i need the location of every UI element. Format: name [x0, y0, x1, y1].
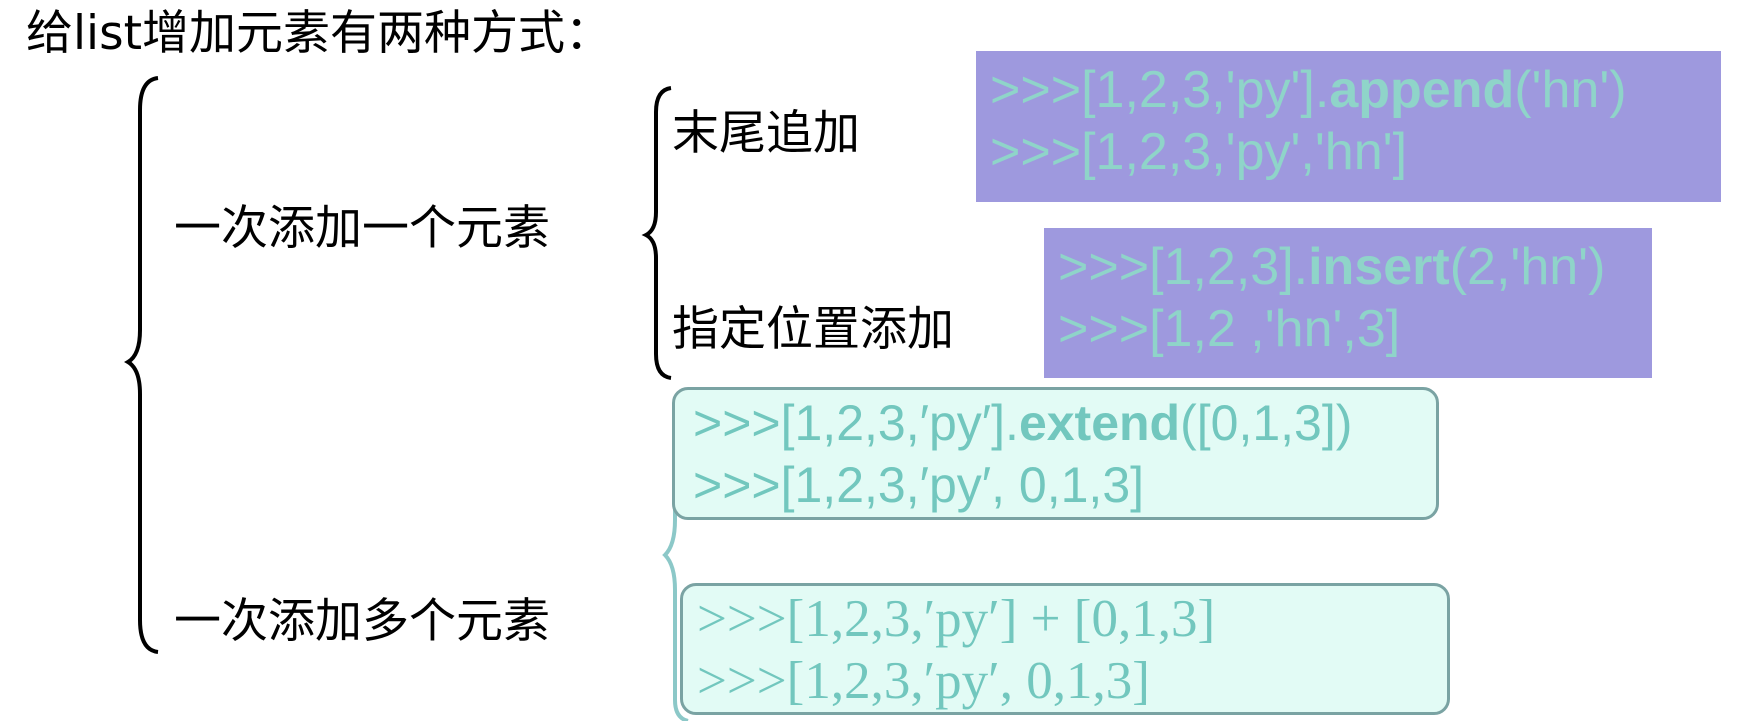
insert-code-box: >>>[1,2,3].insert(2,'hn') >>>[1,2 ,'hn',… [1044, 228, 1652, 378]
concat-code-box: >>>[1,2,3,′py′] + [0,1,3] >>>[1,2,3,′py′… [680, 583, 1450, 715]
extend-code-line1: >>>[1,2,3,′py′].extend([0,1,3]) [693, 395, 1353, 451]
insert-code-line1: >>>[1,2,3].insert(2,'hn') [1058, 238, 1606, 296]
insert-label: 指定位置添加 [672, 302, 954, 357]
main-brace [124, 76, 159, 654]
append-label: 末尾追加 [672, 106, 860, 161]
concat-code-line2: >>>[1,2,3,′py′, 0,1,3] [697, 652, 1150, 710]
extend-code-box: >>>[1,2,3,′py′].extend([0,1,3]) >>>[1,2,… [672, 387, 1439, 520]
multiple-element-label: 一次添加多个元素 [174, 594, 550, 649]
single-element-label: 一次添加一个元素 [174, 201, 550, 256]
concat-code-line1: >>>[1,2,3,′py′] + [0,1,3] [697, 590, 1216, 648]
single-element-brace [641, 86, 672, 380]
insert-code-line2: >>>[1,2 ,'hn',3] [1058, 300, 1401, 358]
extend-code-line2: >>>[1,2,3,′py′, 0,1,3] [693, 457, 1145, 513]
append-code-line2: >>>[1,2,3,'py','hn'] [990, 123, 1408, 181]
append-code-box: >>>[1,2,3,'py'].append('hn') >>>[1,2,3,'… [976, 51, 1721, 202]
append-code-line1: >>>[1,2,3,'py'].append('hn') [990, 61, 1627, 119]
